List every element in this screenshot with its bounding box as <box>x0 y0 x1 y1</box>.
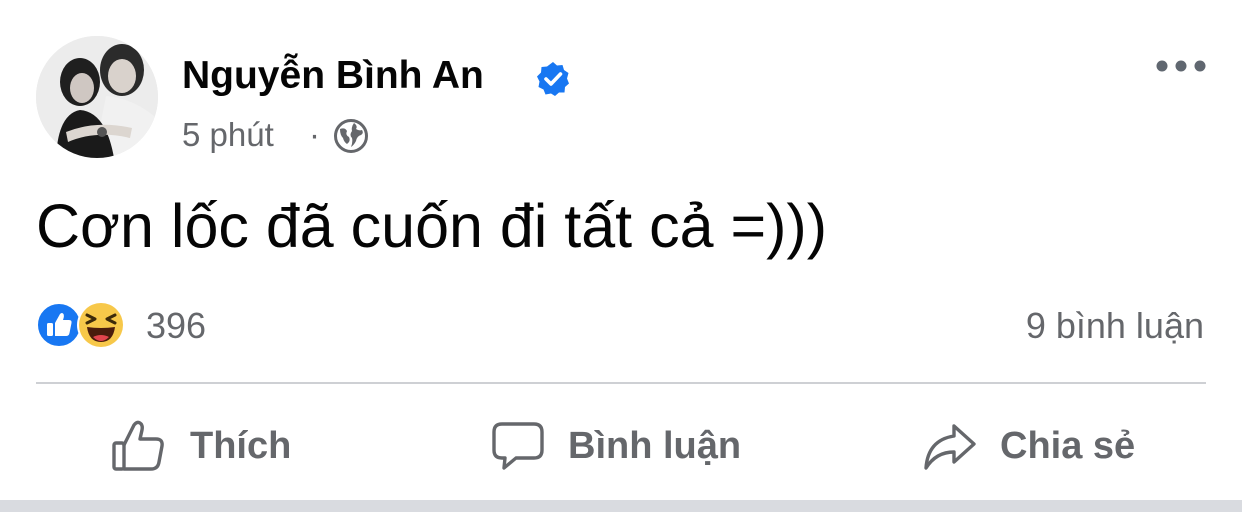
comment-button[interactable]: Bình luận <box>490 404 741 488</box>
reactions-summary[interactable]: 396 <box>36 300 256 350</box>
post-card: Nguyễn Bình An 5 phút · Cơn lốc đã cuốn … <box>0 0 1242 500</box>
share-button[interactable]: Chia sẻ <box>922 404 1135 488</box>
share-label: Chia sẻ <box>1000 424 1136 467</box>
author-name[interactable]: Nguyễn Bình An <box>182 52 484 100</box>
feed-separator <box>0 500 1242 512</box>
like-button[interactable]: Thích <box>110 404 291 488</box>
haha-reaction-icon <box>77 301 125 349</box>
divider <box>36 382 1206 384</box>
meta-separator: · <box>309 116 320 153</box>
comment-bubble-icon <box>492 422 544 470</box>
like-label: Thích <box>190 424 292 467</box>
author-avatar[interactable] <box>36 36 158 158</box>
post-timestamp[interactable]: 5 phút <box>182 115 274 155</box>
globe-icon[interactable] <box>332 117 370 155</box>
comment-label: Bình luận <box>568 424 742 467</box>
comments-count-link[interactable]: 9 bình luận <box>1026 304 1204 348</box>
verified-badge-icon <box>537 62 569 96</box>
post-body-text: Cơn lốc đã cuốn đi tất cả =))) <box>36 192 828 260</box>
share-arrow-icon <box>924 424 976 470</box>
reaction-count: 396 <box>146 305 207 346</box>
more-options-icon[interactable] <box>1152 50 1210 82</box>
thumbs-up-icon <box>112 420 164 471</box>
